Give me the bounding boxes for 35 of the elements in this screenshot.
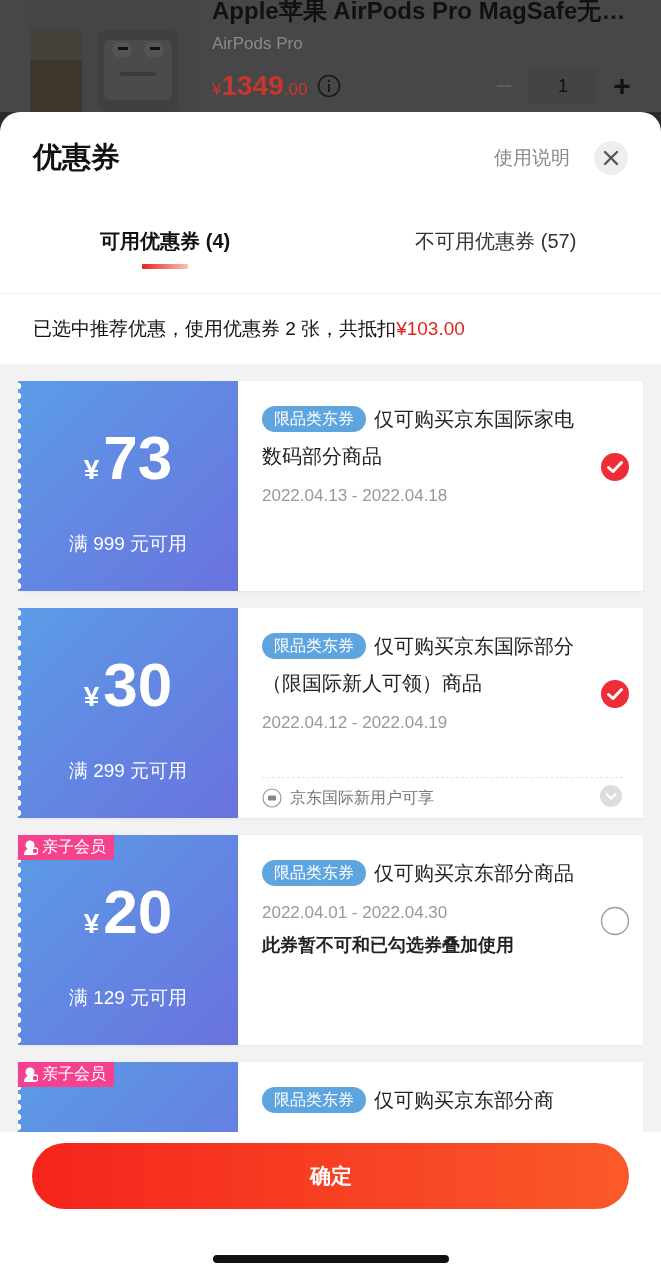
usage-instructions-link[interactable]: 使用说明 — [494, 145, 570, 171]
coupon-threshold: 满 999 元可用 — [68, 532, 188, 556]
stacking-notice: 此券暂不可和已勾选券叠加使用 — [262, 934, 514, 957]
discount-summary: 已选中推荐优惠，使用优惠券 2 张，共抵扣¥103.00 — [32, 317, 466, 341]
coupon-description: 限品类东券 仅可购买京东部分商品 — [262, 855, 574, 892]
checked-icon[interactable] — [600, 679, 630, 709]
coupon-amount: ¥73 — [83, 423, 173, 494]
coupon-description: 限品类东券 仅可购买京东国际部分（限国际新人可领）商品 — [262, 632, 574, 696]
checked-icon[interactable] — [600, 452, 630, 482]
coupon-threshold: 满 129 元可用 — [68, 986, 188, 1010]
coupon-threshold: 满 299 元可用 — [68, 759, 188, 783]
tab[interactable]: 不可用优惠券 (57) — [330, 204, 661, 293]
close-button[interactable] — [594, 141, 628, 175]
validity-dates: 2022.04.12 - 2022.04.19 — [262, 713, 448, 733]
member-tag: 亲子会员 — [18, 1062, 114, 1087]
coupon-footnote: 京东国际新用户可享 — [290, 787, 434, 808]
unchecked-circle-icon[interactable] — [600, 906, 630, 936]
sheet-title: 优惠券 — [33, 140, 120, 175]
person-icon — [24, 1067, 38, 1082]
validity-dates: 2022.04.01 - 2022.04.30 — [262, 903, 448, 923]
confirm-button[interactable]: 确定 — [32, 1143, 629, 1209]
coupon-amount: ¥20 — [83, 877, 173, 948]
coupon-description: 限品类东券 仅可购买京东国际家电数码部分商品 — [262, 405, 574, 469]
validity-dates: 2022.04.13 - 2022.04.18 — [262, 486, 448, 506]
person-icon — [24, 840, 38, 855]
tab[interactable]: 可用优惠券 (4) — [0, 204, 331, 293]
increase-button[interactable]: + — [609, 71, 635, 101]
product-price: ¥1349.00 — [212, 70, 308, 102]
close-icon — [603, 150, 619, 166]
coupon-amount: ¥30 — [83, 650, 173, 721]
member-tag: 亲子会员 — [18, 835, 114, 860]
info-icon[interactable] — [317, 74, 342, 98]
ticket-icon — [262, 788, 282, 808]
coupon-description: 限品类东券 仅可购买京东部分商 — [262, 1082, 574, 1119]
product-model: AirPods Pro — [212, 34, 303, 54]
